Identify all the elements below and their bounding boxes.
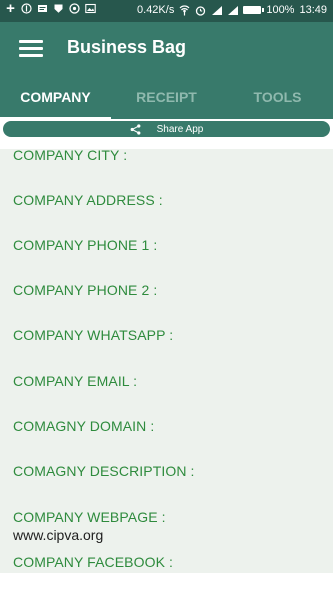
field-label: COMAGNY DESCRIPTION : (13, 463, 195, 479)
field-company-phone-2: COMPANY PHONE 2 : (13, 282, 157, 298)
bug-icon (21, 3, 32, 14)
field-value[interactable]: www.cipva.org (13, 527, 166, 543)
share-app-label: Share App (156, 123, 204, 135)
field-label: COMPANY WHATSAPP : (13, 327, 174, 343)
alarm-icon (195, 5, 206, 16)
app-bar: Business Bag (0, 22, 333, 76)
share-icon (130, 123, 141, 135)
share-app-button[interactable]: Share App (3, 121, 330, 137)
field-company-domain: COMAGNY DOMAIN : (13, 418, 154, 434)
field-label: COMPANY WEBPAGE : (13, 509, 166, 525)
tab-bar: COMPANY RECEIPT TOOLS (0, 76, 333, 119)
field-label: COMPANY PHONE 1 : (13, 237, 158, 253)
field-label: COMPANY PHONE 2 : (13, 282, 158, 298)
message-icon (37, 3, 48, 14)
status-indicators: 0.42K/s 100% 13:49 (137, 4, 327, 16)
signal-icon (227, 5, 239, 16)
field-label: COMPANY CITY : (13, 149, 128, 163)
signal-icon (211, 5, 223, 16)
tab-tools[interactable]: TOOLS (222, 76, 333, 119)
field-company-address: COMPANY ADDRESS : (13, 192, 163, 208)
field-company-whatsapp: COMPANY WHATSAPP : (13, 327, 173, 343)
field-company-webpage: COMPANY WEBPAGE : www.cipva.org (13, 509, 166, 543)
battery-level: 100% (266, 4, 295, 16)
field-label: COMPANY FACEBOOK : (13, 554, 173, 570)
field-company-email: COMPANY EMAIL : (13, 373, 137, 389)
field-company-description: COMAGNY DESCRIPTION : (13, 463, 195, 479)
battery-icon (243, 6, 265, 14)
shield-icon (53, 3, 64, 14)
field-company-city: COMPANY CITY : (13, 149, 127, 163)
whatsapp-icon (69, 3, 80, 14)
app-title: Business Bag (67, 37, 187, 57)
field-label: COMPANY ADDRESS : (13, 192, 163, 208)
menu-icon[interactable] (19, 40, 43, 58)
field-company-phone-1: COMPANY PHONE 1 : (13, 237, 157, 253)
field-label: COMPANY EMAIL : (13, 373, 138, 389)
tab-receipt[interactable]: RECEIPT (111, 76, 222, 119)
status-bar: + 0.42K/s 100% 13:49 (0, 0, 333, 22)
notification-icons: + (5, 0, 96, 17)
field-company-facebook: COMPANY FACEBOOK : (13, 554, 173, 570)
plus-icon: + (6, 0, 15, 17)
field-label: COMAGNY DOMAIN : (13, 418, 155, 434)
company-details: COMPANY CITY : COMPANY ADDRESS : COMPANY… (0, 149, 333, 573)
wifi-icon (179, 4, 190, 16)
network-speed: 0.42K/s (137, 4, 175, 16)
tab-company[interactable]: COMPANY (0, 76, 111, 119)
clock: 13:49 (299, 4, 327, 16)
image-icon (85, 3, 96, 14)
